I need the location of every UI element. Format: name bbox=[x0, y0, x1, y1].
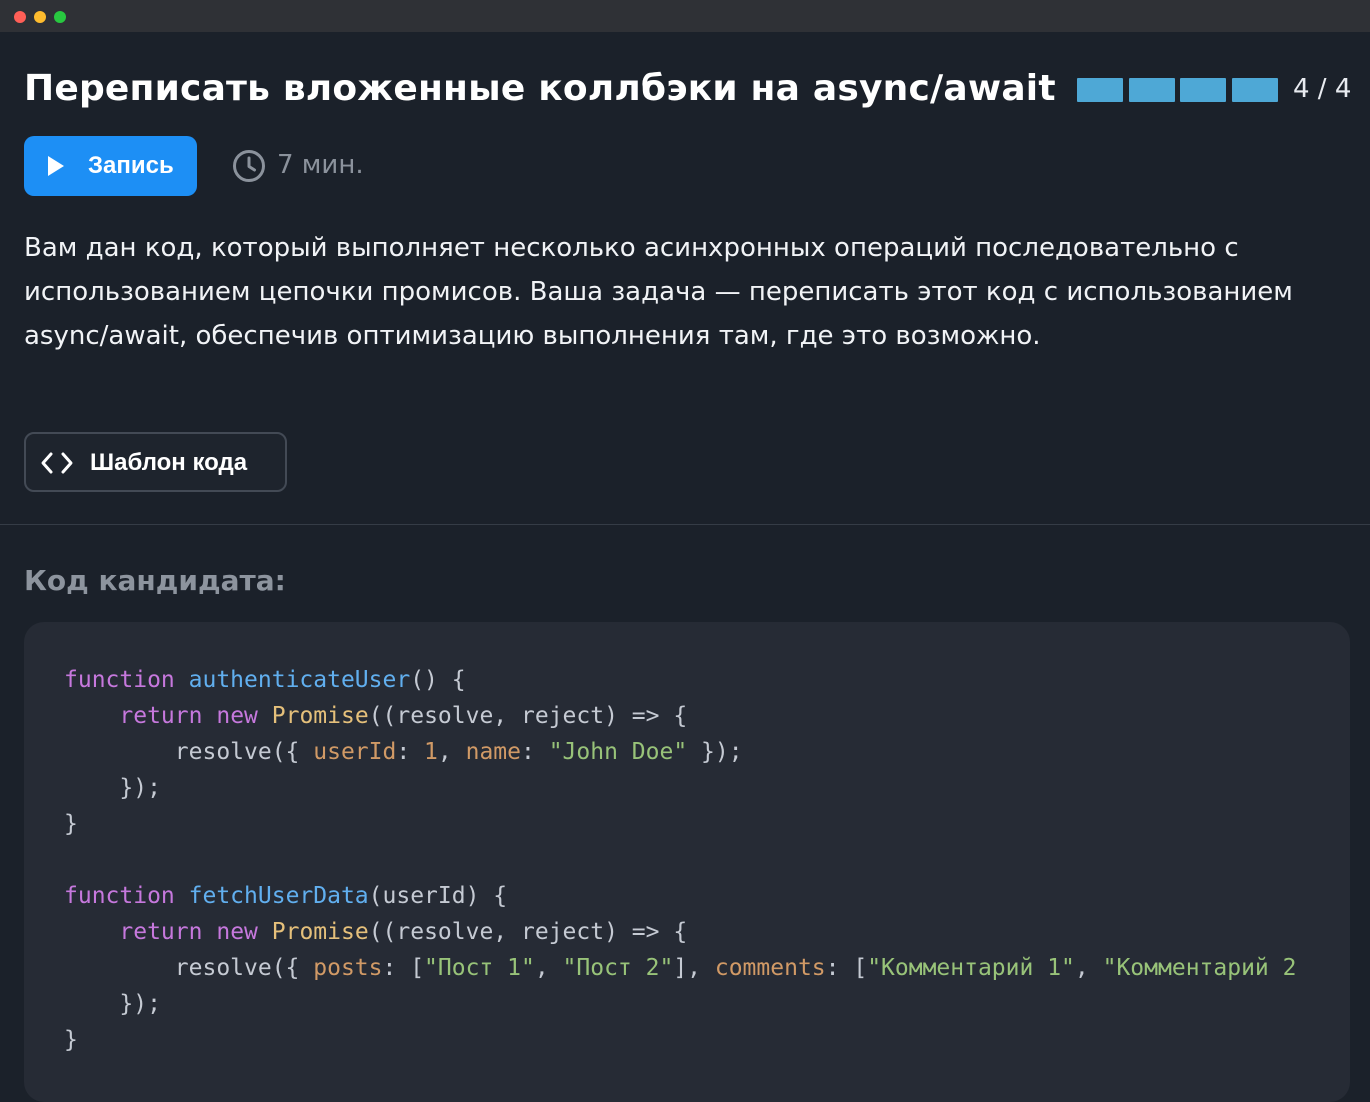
code-line: resolve({ userId: 1, name: "John Doe" })… bbox=[64, 734, 1296, 770]
code-token: Promise bbox=[271, 703, 369, 729]
progress-segment bbox=[1180, 78, 1226, 102]
progress-segment bbox=[1232, 78, 1278, 102]
code-token: function bbox=[64, 667, 175, 693]
code-token: "Комментарий 2 bbox=[1102, 955, 1297, 981]
minimize-window-button[interactable] bbox=[34, 11, 46, 23]
code-token: ((resolve, reject) => { bbox=[368, 919, 688, 945]
code-brackets-icon bbox=[41, 452, 73, 474]
code-token: (userId) { bbox=[368, 883, 508, 909]
code-token: comments bbox=[714, 955, 826, 981]
clock-icon bbox=[233, 150, 265, 182]
task-title: Переписать вложенные коллбэки на async/a… bbox=[24, 68, 1056, 109]
code-line: return new Promise((resolve, reject) => … bbox=[64, 698, 1296, 734]
progress-segment bbox=[1129, 78, 1175, 102]
code-token: : bbox=[396, 739, 425, 765]
code-token: ], bbox=[673, 955, 715, 981]
code-token: }); bbox=[64, 775, 161, 801]
code-token: "John Doe" bbox=[548, 739, 688, 765]
code-token: new bbox=[216, 919, 258, 945]
code-token: , bbox=[534, 955, 563, 981]
maximize-window-button[interactable] bbox=[54, 11, 66, 23]
code-token: : [ bbox=[382, 955, 425, 981]
window-titlebar bbox=[0, 0, 1370, 32]
code-token: resolve({ bbox=[64, 739, 314, 765]
section-divider bbox=[0, 524, 1370, 525]
code-token: name bbox=[465, 739, 521, 765]
code-token: fetchUserData bbox=[188, 883, 369, 909]
code-token: 1 bbox=[424, 739, 438, 765]
code-line: resolve({ posts: ["Пост 1", "Пост 2"], c… bbox=[64, 950, 1297, 986]
code-token: ((resolve, reject) => { bbox=[368, 703, 688, 729]
code-token: , bbox=[1074, 955, 1103, 981]
code-token: }); bbox=[687, 739, 743, 765]
code-lines: function authenticateUser() { return new… bbox=[64, 662, 1296, 1058]
code-line: } bbox=[64, 1022, 1296, 1058]
code-token: : bbox=[521, 739, 549, 765]
code-token: return bbox=[119, 919, 203, 945]
code-token: Promise bbox=[271, 919, 369, 945]
code-token: () { bbox=[410, 667, 466, 693]
code-line: } bbox=[64, 806, 1296, 842]
candidate-code-heading: Код кандидата: bbox=[24, 564, 286, 597]
code-token: } bbox=[64, 1027, 78, 1053]
code-template-label: Шаблон кода bbox=[90, 449, 248, 476]
close-window-button[interactable] bbox=[14, 11, 26, 23]
code-line: function authenticateUser() { bbox=[64, 662, 1296, 698]
code-line: function fetchUserData(userId) { bbox=[64, 878, 1296, 914]
record-button-label: Запись bbox=[88, 152, 174, 179]
code-token: : [ bbox=[825, 955, 868, 981]
play-icon bbox=[48, 156, 64, 176]
code-line: }); bbox=[64, 770, 1296, 806]
code-token: function bbox=[64, 883, 175, 909]
code-token: userId bbox=[313, 739, 397, 765]
code-token: } bbox=[64, 811, 78, 837]
code-token: return bbox=[119, 703, 203, 729]
code-token: , bbox=[437, 739, 466, 765]
candidate-code-block[interactable]: function authenticateUser() { return new… bbox=[24, 622, 1350, 1102]
code-token: "Комментарий 1" bbox=[867, 955, 1075, 981]
progress-segment bbox=[1077, 78, 1123, 102]
code-template-button[interactable]: Шаблон кода bbox=[24, 432, 287, 492]
code-line: }); bbox=[64, 986, 1296, 1022]
code-token: posts bbox=[313, 955, 383, 981]
code-line: return new Promise((resolve, reject) => … bbox=[64, 914, 1296, 950]
code-token: "Пост 1" bbox=[424, 955, 535, 981]
task-description: Вам дан код, который выполняет несколько… bbox=[24, 233, 1293, 351]
code-token: authenticateUser bbox=[188, 667, 411, 693]
code-token: }); bbox=[64, 991, 161, 1017]
task-counter: 4 / 4 bbox=[1293, 74, 1352, 104]
task-duration: 7 мин. bbox=[277, 150, 364, 180]
code-token: "Пост 2" bbox=[562, 955, 674, 981]
record-button[interactable]: Запись bbox=[24, 136, 197, 196]
code-token: resolve({ bbox=[64, 955, 314, 981]
code-token: new bbox=[216, 703, 258, 729]
